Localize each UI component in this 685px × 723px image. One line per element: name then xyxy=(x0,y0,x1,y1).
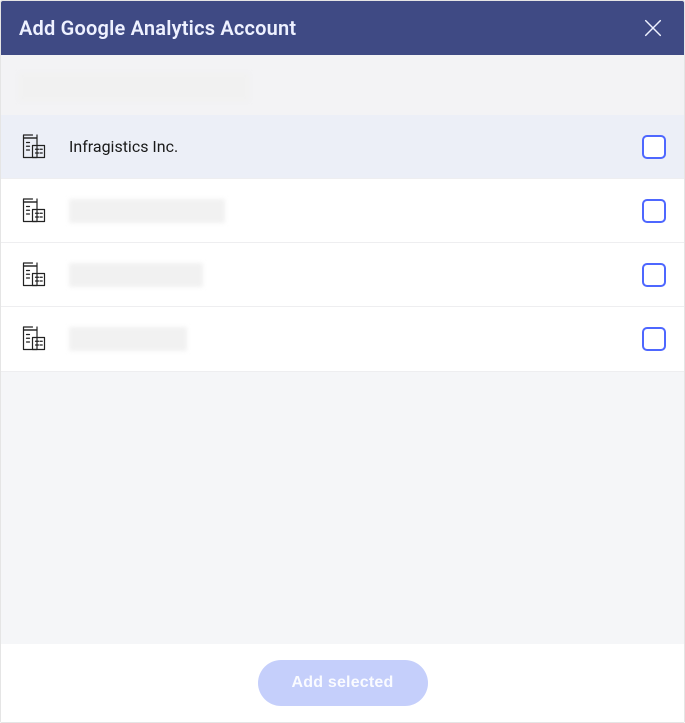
add-selected-button[interactable]: Add selected xyxy=(258,660,428,706)
organization-icon xyxy=(19,324,49,354)
account-row[interactable] xyxy=(1,179,684,243)
organization-icon xyxy=(19,260,49,290)
account-row[interactable] xyxy=(1,243,684,307)
redacted-text xyxy=(69,263,203,287)
account-name xyxy=(69,199,622,223)
organization-icon xyxy=(19,196,49,226)
search-input-redacted[interactable] xyxy=(19,73,249,101)
redacted-text xyxy=(69,199,225,223)
account-checkbox[interactable] xyxy=(642,327,666,351)
add-analytics-dialog: Add Google Analytics Account Infragistic… xyxy=(0,0,685,723)
account-row[interactable]: Infragistics Inc. xyxy=(1,115,684,179)
redacted-text xyxy=(69,327,187,351)
account-name xyxy=(69,263,622,287)
search-area xyxy=(1,55,684,115)
account-checkbox[interactable] xyxy=(642,263,666,287)
dialog-header: Add Google Analytics Account xyxy=(1,1,684,55)
dialog-title: Add Google Analytics Account xyxy=(19,16,296,40)
account-row[interactable] xyxy=(1,307,684,371)
dialog-footer: Add selected xyxy=(1,644,684,722)
account-name: Infragistics Inc. xyxy=(69,137,622,156)
close-icon xyxy=(642,17,664,39)
close-button[interactable] xyxy=(640,15,666,41)
organization-icon xyxy=(19,132,49,162)
account-name xyxy=(69,327,622,351)
account-checkbox[interactable] xyxy=(642,199,666,223)
account-list: Infragistics Inc. xyxy=(1,115,684,371)
account-checkbox[interactable] xyxy=(642,135,666,159)
empty-area xyxy=(1,371,684,644)
